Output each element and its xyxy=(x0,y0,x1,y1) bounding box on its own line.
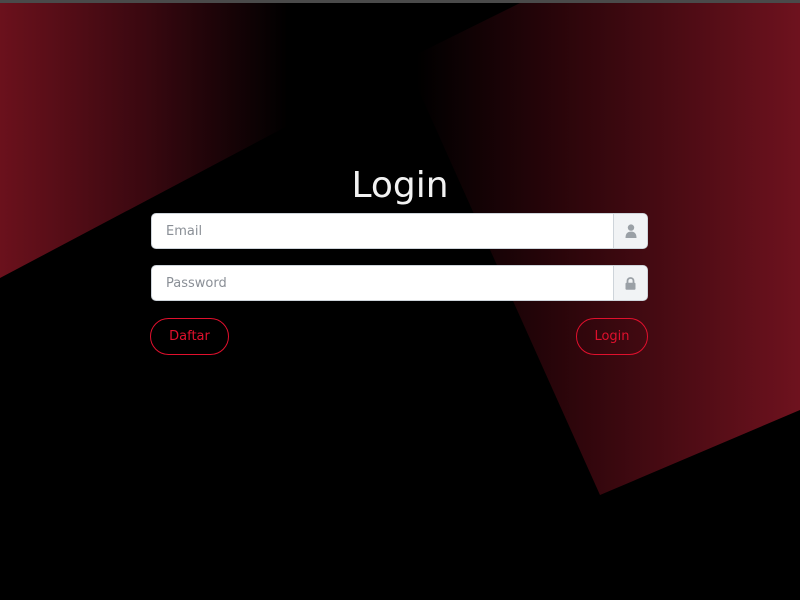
register-button[interactable]: Daftar xyxy=(150,318,229,355)
login-page: Login Daftar Login xyxy=(0,0,800,600)
user-icon xyxy=(625,224,636,238)
password-input[interactable] xyxy=(152,266,613,300)
login-button[interactable]: Login xyxy=(576,318,648,355)
email-addon xyxy=(613,214,647,248)
lock-icon xyxy=(625,276,636,290)
password-field-group xyxy=(151,265,648,301)
page-title: Login xyxy=(351,165,449,206)
email-input[interactable] xyxy=(152,214,613,248)
email-field-group xyxy=(151,213,648,249)
password-addon xyxy=(613,266,647,300)
window-top-border xyxy=(0,0,800,3)
